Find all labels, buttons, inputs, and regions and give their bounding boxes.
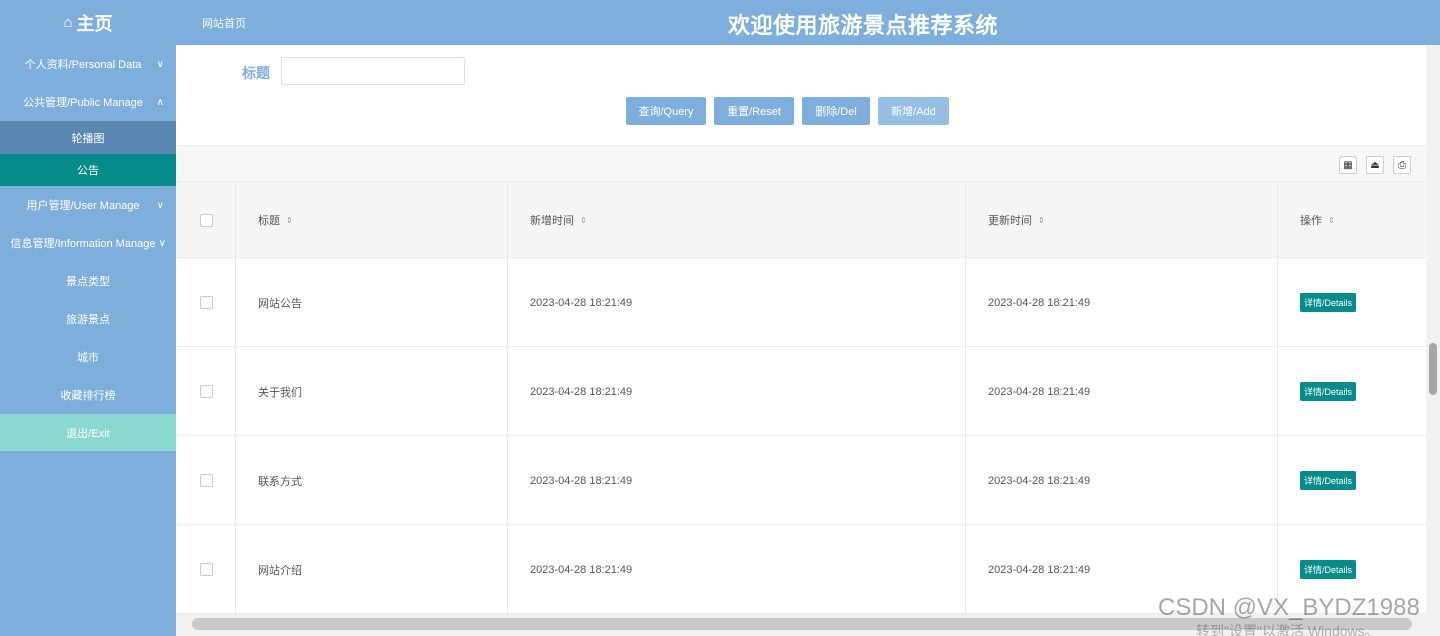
sort-icon[interactable]: ⇕ — [286, 216, 293, 225]
home-link[interactable]: ⌂ 主页 — [0, 0, 176, 45]
sidebar-item-scenic-spot[interactable]: 旅游景点 — [0, 300, 176, 338]
sort-icon[interactable]: ⇕ — [1328, 216, 1335, 225]
row-title: 网站介绍 — [258, 564, 302, 577]
search-label: 标题 — [242, 65, 270, 81]
print-icon[interactable]: ⎙ — [1393, 156, 1411, 174]
row-checkbox[interactable] — [200, 474, 213, 487]
row-created: 2023-04-28 18:21:49 — [530, 563, 633, 576]
chevron-up-icon: ∧ — [156, 96, 164, 108]
sidebar-item-user-manage[interactable]: 用户管理/User Manage ∨ — [0, 186, 176, 224]
row-updated: 2023-04-28 18:21:49 — [988, 474, 1091, 487]
main-content: 标题 查询/Query 重置/Reset 删除/Del 新增/Add ▦ ⏏ ⎙… — [176, 45, 1426, 636]
sidebar-item-personal-data[interactable]: 个人资料/Personal Data ∨ — [0, 45, 176, 83]
sort-icon[interactable]: ⇕ — [1038, 216, 1045, 225]
add-button[interactable]: 新增/Add — [878, 97, 949, 125]
row-title: 网站公告 — [258, 297, 302, 310]
row-updated: 2023-04-28 18:21:49 — [988, 563, 1091, 576]
row-checkbox[interactable] — [200, 296, 213, 309]
app-title: 欢迎使用旅游景点推荐系统 — [727, 13, 998, 38]
sidebar: 个人资料/Personal Data ∨ 公共管理/Public Manage … — [0, 45, 176, 636]
details-button[interactable]: 详情/Details — [1300, 293, 1357, 312]
query-button[interactable]: 查询/Query — [626, 97, 706, 125]
sidebar-item-label: 用户管理/User Manage — [26, 200, 140, 212]
csdn-watermark: CSDN @VX_BYDZ1988 — [1158, 594, 1420, 621]
sidebar-item-city[interactable]: 城市 — [0, 338, 176, 376]
export-icon[interactable]: ⏏ — [1366, 156, 1384, 174]
column-header-updated[interactable]: 更新时间 ⇕ — [988, 182, 1045, 258]
details-button[interactable]: 详情/Details — [1300, 382, 1357, 401]
sidebar-item-exit[interactable]: 退出/Exit — [0, 414, 176, 451]
row-updated: 2023-04-28 18:21:49 — [988, 296, 1091, 309]
sidebar-item-label: 公共管理/Public Manage — [23, 97, 143, 109]
chevron-down-icon: ∨ — [156, 199, 164, 211]
column-header-created[interactable]: 新增时间 ⇕ — [530, 182, 587, 258]
sidebar-item-information-manage[interactable]: 信息管理/Information Manage ∨ — [0, 224, 176, 262]
select-all-checkbox[interactable] — [200, 213, 213, 227]
row-title: 关于我们 — [258, 386, 302, 399]
sidebar-item-label: 个人资料/Personal Data — [24, 59, 142, 71]
columns-icon[interactable]: ▦ — [1339, 156, 1357, 174]
table-toolbar: ▦ ⏏ ⎙ — [176, 145, 1426, 182]
table-row[interactable]: 网站公告 2023-04-28 18:21:49 2023-04-28 18:2… — [176, 258, 1426, 347]
chevron-down-icon: ∨ — [156, 58, 164, 70]
vertical-scrollbar[interactable] — [1426, 45, 1440, 636]
sidebar-item-announcement[interactable]: 公告 — [0, 154, 176, 186]
row-checkbox[interactable] — [200, 385, 213, 398]
windows-activation-watermark: 转到"设置"以激活 Windows。 — [1196, 623, 1379, 636]
row-created: 2023-04-28 18:21:49 — [530, 385, 633, 398]
delete-button[interactable]: 删除/Del — [802, 97, 870, 125]
sidebar-item-public-manage[interactable]: 公共管理/Public Manage ∧ — [0, 83, 176, 121]
sidebar-item-carousel[interactable]: 轮播图 — [0, 121, 176, 154]
home-icon: ⌂ — [63, 14, 73, 31]
table-header: 标题 ⇕ 新增时间 ⇕ 更新时间 ⇕ 操作 ⇕ — [176, 182, 1426, 258]
sidebar-item-label: 信息管理/Information Manage — [10, 238, 156, 250]
sort-icon[interactable]: ⇕ — [580, 216, 587, 225]
top-header: ⌂ 主页 网站首页 欢迎使用旅游景点推荐系统 — [0, 0, 1440, 45]
row-title: 联系方式 — [258, 475, 302, 488]
row-created: 2023-04-28 18:21:49 — [530, 474, 633, 487]
row-created: 2023-04-28 18:21:49 — [530, 296, 633, 309]
vertical-scrollbar-thumb[interactable] — [1429, 343, 1437, 395]
column-header-actions[interactable]: 操作 ⇕ — [1300, 182, 1335, 258]
chevron-down-icon: ∨ — [158, 237, 166, 249]
row-updated: 2023-04-28 18:21:49 — [988, 385, 1091, 398]
table-row[interactable]: 联系方式 2023-04-28 18:21:49 2023-04-28 18:2… — [176, 436, 1426, 525]
row-checkbox[interactable] — [200, 563, 213, 576]
sidebar-item-favorites-ranking[interactable]: 收藏排行榜 — [0, 376, 176, 414]
home-label: 主页 — [76, 13, 113, 34]
table-row[interactable]: 关于我们 2023-04-28 18:21:49 2023-04-28 18:2… — [176, 347, 1426, 436]
sidebar-item-scenic-type[interactable]: 景点类型 — [0, 262, 176, 300]
title-search-input[interactable] — [281, 57, 465, 85]
details-button[interactable]: 详情/Details — [1300, 560, 1357, 579]
header-checkbox-cell[interactable] — [200, 182, 213, 258]
reset-button[interactable]: 重置/Reset — [714, 97, 794, 125]
column-header-title[interactable]: 标题 ⇕ — [258, 182, 293, 258]
details-button[interactable]: 详情/Details — [1300, 471, 1357, 490]
